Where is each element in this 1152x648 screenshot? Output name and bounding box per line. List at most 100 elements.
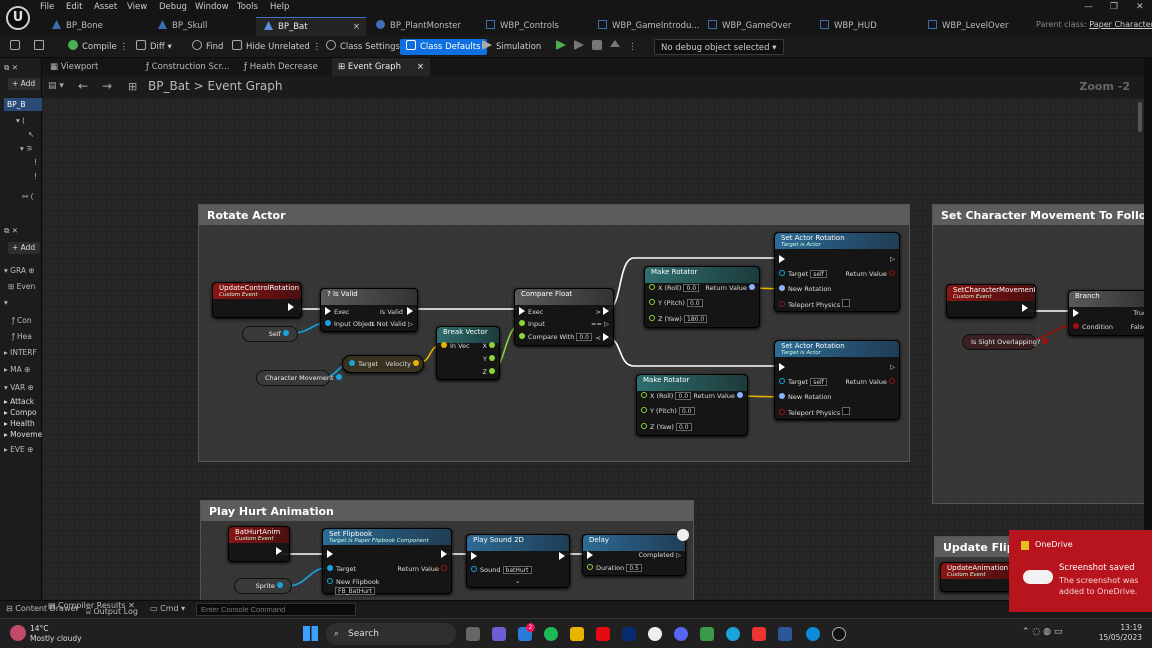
weather-icon[interactable] — [10, 625, 26, 641]
hide-unrelated-button[interactable]: Hide Unrelated ⋮ — [232, 39, 321, 55]
node-compare-float[interactable]: Compare Float Exec > Input == ▷ Compare … — [514, 288, 614, 346]
exec-output-pin[interactable] — [229, 543, 289, 556]
diff-button[interactable]: Diff ▾ — [136, 39, 172, 55]
app-icon[interactable] — [700, 627, 714, 641]
pin-target[interactable]: Target — [349, 360, 378, 368]
tree-item[interactable]: ! — [34, 158, 37, 167]
pin-y[interactable]: Y — [483, 355, 495, 363]
tab-construction-script[interactable]: ƒ Construction Scr... — [140, 58, 236, 76]
pin-new-rotation[interactable]: New Rotation — [779, 285, 831, 293]
close-tab-icon[interactable]: × — [353, 18, 360, 36]
node-self[interactable]: Self — [242, 326, 298, 342]
node-get-velocity[interactable]: Target Velocity — [342, 355, 424, 373]
node-set-flipbook[interactable]: Set Flipbook Target is Paper Flipbook Com… — [322, 528, 452, 595]
pin-return-value[interactable]: Return Value — [397, 565, 447, 573]
save-icon[interactable] — [10, 39, 24, 55]
debug-object-select[interactable]: No debug object selected ▾ — [654, 39, 784, 55]
breadcrumb-event-graph[interactable]: Event Graph — [207, 79, 282, 93]
menu-debug[interactable]: Debug — [159, 2, 187, 14]
graph-options-icon[interactable]: ▤ ▾ — [48, 81, 64, 91]
pin-return-value[interactable]: Return Value — [693, 392, 743, 400]
pin-target[interactable]: Target self — [779, 270, 827, 278]
pin-exec-in[interactable] — [587, 551, 596, 560]
unreal-taskbar-icon[interactable] — [832, 627, 846, 641]
section-macros[interactable]: ▸ MA ⊕ — [4, 365, 30, 374]
menu-edit[interactable]: Edit — [66, 2, 82, 14]
pin-input-object[interactable]: Input Object — [325, 320, 374, 328]
compile-button[interactable]: Compile ⋮ — [68, 39, 128, 55]
node-bat-hurt-anim[interactable]: BatHurtAnim Custom Event — [228, 526, 290, 562]
pin-exec-in[interactable] — [779, 363, 788, 372]
pin-yaw[interactable]: Z (Yaw) 0.0 — [641, 423, 692, 431]
menu-window[interactable]: Window — [195, 2, 229, 14]
pin-true[interactable]: True — [1133, 309, 1144, 317]
pin-return-value[interactable]: Return Value — [845, 378, 895, 386]
node-set-actor-rotation-1[interactable]: Set Actor Rotation Target is Actor ▷ Targ… — [774, 232, 900, 312]
pin-new-flipbook[interactable]: New Flipbook — [327, 578, 380, 586]
pin-equal[interactable]: == ▷ — [591, 320, 609, 328]
step-button[interactable] — [574, 39, 588, 55]
tree-item[interactable]: ▾ ( — [16, 116, 25, 125]
class-defaults-button[interactable]: Class Defaults — [400, 39, 487, 55]
find-button[interactable]: Find — [192, 39, 223, 55]
pin-velocity[interactable]: Velocity — [385, 360, 419, 368]
tree-item[interactable]: ! — [34, 172, 37, 181]
pin-z[interactable]: Z — [482, 368, 495, 376]
var-attack[interactable]: ▸ Attack — [4, 397, 34, 406]
section-variables[interactable]: ▾ VAR ⊕ — [4, 383, 34, 392]
node-play-sound-2d[interactable]: Play Sound 2D Sound batHurt ⌄ — [466, 534, 570, 588]
app-icon[interactable] — [726, 627, 740, 641]
pin-exec[interactable] — [1073, 309, 1082, 318]
function-health[interactable]: ƒ Hea — [12, 332, 32, 341]
pin-duration[interactable]: Duration 0.5 — [587, 564, 642, 572]
tree-item[interactable]: ▾ ⚞ — [20, 144, 33, 153]
pin-exec-out[interactable]: ▷ — [890, 363, 895, 371]
section-functions[interactable]: ▾ — [4, 298, 8, 307]
pin-exec[interactable]: Exec — [519, 307, 543, 316]
system-tray-icons[interactable]: ⌃ ◌ ◍ ▭ — [1022, 627, 1062, 637]
task-view-icon[interactable] — [466, 627, 480, 641]
pin-false[interactable]: False — [1131, 323, 1144, 331]
pin-target[interactable]: Target — [327, 565, 356, 573]
breadcrumb-bp-bat[interactable]: BP_Bat — [148, 79, 190, 93]
edge-icon[interactable] — [806, 627, 820, 641]
output-log-button[interactable]: ⌸ Output Log — [86, 607, 138, 617]
node-update-control-rotation[interactable]: UpdateControlRotation Custom Event — [212, 282, 302, 318]
console-input[interactable] — [196, 603, 356, 616]
browse-icon[interactable] — [34, 39, 48, 55]
stop-button[interactable] — [592, 39, 606, 55]
event-graph-canvas[interactable]: Rotate Actor Set Character Movement To F… — [42, 98, 1144, 600]
maximize-icon[interactable]: ❐ — [1110, 2, 1118, 12]
pin-roll[interactable]: X (Roll) 0.0 — [641, 392, 692, 400]
pin-return-value[interactable]: Return Value — [705, 284, 755, 292]
vertical-scrollbar[interactable] — [1138, 102, 1142, 132]
node-is-sight-overlapping[interactable]: Is Sight Overlapping? — [962, 334, 1049, 350]
pin-less[interactable]: < — [595, 333, 609, 342]
pin-exec-in[interactable] — [779, 255, 788, 264]
pin-exec-in[interactable] — [471, 552, 480, 561]
expand-chevron-icon[interactable]: ⌄ — [515, 577, 520, 585]
windows-start-icon[interactable] — [303, 626, 318, 641]
function-construction[interactable]: ƒ Con — [12, 316, 32, 325]
tab-viewport[interactable]: ▦ Viewport — [44, 58, 140, 76]
node-make-rotator-180[interactable]: Make Rotator X (Roll) 0.0 Return Value Y… — [644, 266, 760, 328]
var-health[interactable]: ▸ Health — [4, 419, 35, 428]
pin-in-vec[interactable]: In Vec — [441, 342, 470, 350]
tab-bp-bat[interactable]: BP_Bat × — [256, 17, 366, 36]
exec-output-pin[interactable] — [947, 301, 1035, 313]
menu-asset[interactable]: Asset — [94, 2, 117, 14]
weather-widget[interactable]: 14°C Mostly cloudy — [30, 624, 82, 644]
pin-exec-out[interactable] — [441, 550, 447, 559]
pin-pitch[interactable]: Y (Pitch) 0.0 — [641, 407, 695, 415]
class-settings-button[interactable]: Class Settings — [326, 39, 400, 55]
pin-return-value[interactable]: Return Value — [845, 270, 895, 278]
word-icon[interactable] — [778, 627, 792, 641]
node-is-valid[interactable]: ? Is Valid Exec Is Valid Input Object Is… — [320, 288, 418, 332]
pin-exec-out[interactable]: ▷ — [890, 255, 895, 263]
tab-heath-decrease[interactable]: ƒ Heath Decrease — [238, 58, 332, 76]
tree-item[interactable]: ↖ — [28, 130, 34, 139]
pin-roll[interactable]: X (Roll) 0.0 — [649, 284, 700, 292]
back-arrow-icon[interactable]: ← — [78, 79, 88, 93]
teams-icon[interactable] — [492, 627, 506, 641]
node-set-character-movement-event[interactable]: SetCharacterMovement Custom Event — [946, 284, 1036, 318]
